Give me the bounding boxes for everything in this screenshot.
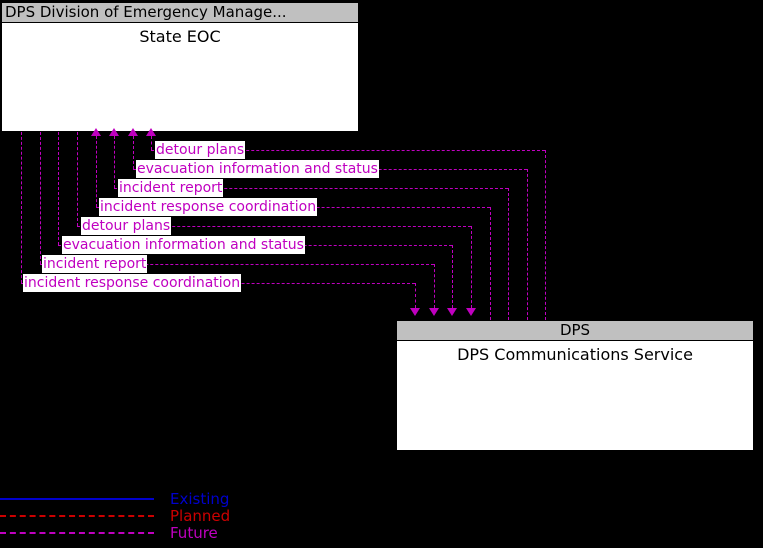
entity-dps-communications-service[interactable]: DPS DPS Communications Service: [396, 320, 754, 451]
flow-5-vertical-left: [77, 132, 78, 226]
flow-3-arrowhead-up: [109, 128, 119, 136]
entity-state-eoc-name: State EOC: [2, 23, 358, 46]
legend-row-planned: Planned: [0, 507, 330, 525]
entity-dps-name: DPS Communications Service: [397, 341, 753, 364]
flow-8-arrowhead-down: [410, 308, 420, 316]
legend-row-future: Future: [0, 524, 330, 542]
entity-state-eoc-stakeholder-header: DPS Division of Emergency Manage...: [2, 3, 358, 23]
legend-swatch-planned-line: [0, 515, 154, 517]
diagram-canvas: DPS Division of Emergency Manage... Stat…: [0, 0, 763, 548]
flow-label-evacuation-information-and-status-to-state-eoc[interactable]: evacuation information and status: [136, 160, 379, 178]
flow-6-vertical-left: [58, 132, 59, 245]
flow-2-vertical-right: [527, 169, 528, 320]
flow-5-vertical-right: [471, 226, 472, 308]
flow-4-arrowhead-up: [91, 128, 101, 136]
flow-3-vertical-right: [508, 188, 509, 320]
flow-label-incident-report-to-state-eoc[interactable]: incident report: [118, 179, 224, 197]
entity-dps-stakeholder-header: DPS: [397, 321, 753, 341]
flow-6-arrowhead-down: [447, 308, 457, 316]
flow-label-incident-response-coordination-to-state-eoc[interactable]: incident response coordination: [99, 198, 318, 216]
flow-label-evacuation-information-and-status-to-dps[interactable]: evacuation information and status: [62, 236, 305, 254]
legend-label-future: Future: [170, 524, 218, 542]
flow-1-arrowhead-up: [146, 128, 156, 136]
entity-state-eoc[interactable]: DPS Division of Emergency Manage... Stat…: [1, 2, 359, 132]
legend-swatch-future-line: [0, 532, 154, 534]
legend-label-planned: Planned: [170, 507, 231, 525]
flow-1-vertical-right: [545, 150, 546, 320]
flow-7-vertical-right: [434, 264, 435, 308]
flow-4-vertical-right: [490, 207, 491, 320]
legend-row-existing: Existing: [0, 490, 330, 508]
flow-7-vertical-left: [40, 132, 41, 264]
flow-label-incident-report-to-dps[interactable]: incident report: [42, 255, 148, 273]
legend: Existing Planned Future: [0, 486, 330, 546]
flow-label-detour-plans-to-state-eoc[interactable]: detour plans: [155, 141, 246, 159]
flow-5-arrowhead-down: [466, 308, 476, 316]
flow-label-incident-response-coordination-to-dps[interactable]: incident response coordination: [23, 274, 242, 292]
flow-label-detour-plans-to-dps[interactable]: detour plans: [81, 217, 172, 235]
flow-2-vertical-left: [133, 136, 134, 169]
flow-8-vertical-left: [21, 132, 22, 283]
flow-1-vertical-left: [151, 136, 152, 150]
flow-8-vertical-right: [415, 283, 416, 308]
flow-4-vertical-left: [96, 136, 97, 207]
flow-7-arrowhead-down: [429, 308, 439, 316]
legend-swatch-existing-line: [0, 498, 154, 500]
flow-2-arrowhead-up: [128, 128, 138, 136]
flow-3-vertical-left: [114, 136, 115, 188]
flow-6-vertical-right: [452, 245, 453, 308]
legend-label-existing: Existing: [170, 490, 230, 508]
